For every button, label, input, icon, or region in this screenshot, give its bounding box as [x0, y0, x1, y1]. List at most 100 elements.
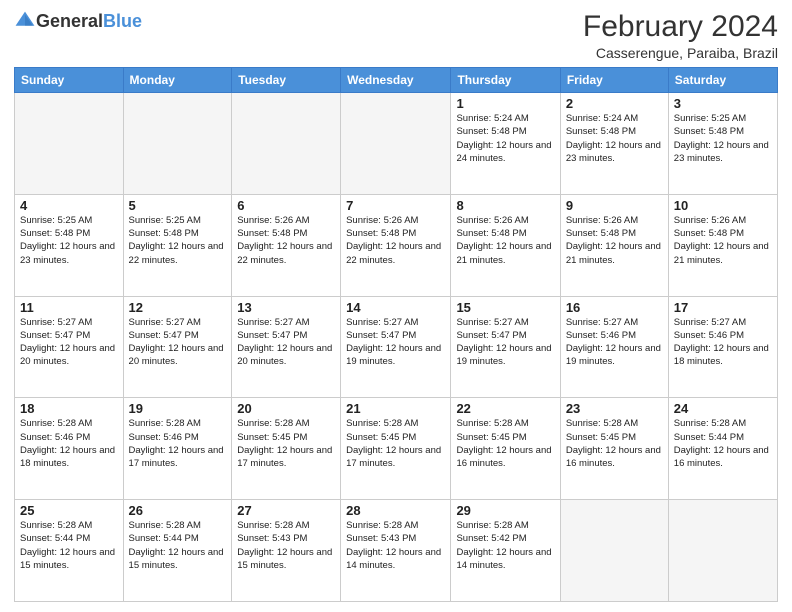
table-row: 9Sunrise: 5:26 AM Sunset: 5:48 PM Daylig…	[560, 194, 668, 296]
table-row: 17Sunrise: 5:27 AM Sunset: 5:46 PM Dayli…	[668, 296, 777, 398]
day-info: Sunrise: 5:26 AM Sunset: 5:48 PM Dayligh…	[566, 214, 663, 267]
table-row: 25Sunrise: 5:28 AM Sunset: 5:44 PM Dayli…	[15, 500, 124, 602]
header-monday: Monday	[123, 68, 232, 93]
calendar-table: Sunday Monday Tuesday Wednesday Thursday…	[14, 67, 778, 602]
table-row: 20Sunrise: 5:28 AM Sunset: 5:45 PM Dayli…	[232, 398, 341, 500]
table-row	[341, 93, 451, 195]
table-row: 10Sunrise: 5:26 AM Sunset: 5:48 PM Dayli…	[668, 194, 777, 296]
day-info: Sunrise: 5:26 AM Sunset: 5:48 PM Dayligh…	[346, 214, 445, 267]
table-row: 24Sunrise: 5:28 AM Sunset: 5:44 PM Dayli…	[668, 398, 777, 500]
day-info: Sunrise: 5:28 AM Sunset: 5:45 PM Dayligh…	[456, 417, 554, 470]
day-number: 1	[456, 96, 554, 111]
table-row	[668, 500, 777, 602]
day-info: Sunrise: 5:28 AM Sunset: 5:45 PM Dayligh…	[237, 417, 335, 470]
table-row: 22Sunrise: 5:28 AM Sunset: 5:45 PM Dayli…	[451, 398, 560, 500]
day-info: Sunrise: 5:27 AM Sunset: 5:46 PM Dayligh…	[566, 316, 663, 369]
table-row: 19Sunrise: 5:28 AM Sunset: 5:46 PM Dayli…	[123, 398, 232, 500]
header-tuesday: Tuesday	[232, 68, 341, 93]
day-number: 11	[20, 300, 118, 315]
day-info: Sunrise: 5:27 AM Sunset: 5:47 PM Dayligh…	[129, 316, 227, 369]
day-info: Sunrise: 5:26 AM Sunset: 5:48 PM Dayligh…	[674, 214, 772, 267]
day-number: 5	[129, 198, 227, 213]
day-info: Sunrise: 5:27 AM Sunset: 5:46 PM Dayligh…	[674, 316, 772, 369]
title-block: February 2024 Casserengue, Paraiba, Braz…	[583, 10, 778, 61]
main-title: February 2024	[583, 10, 778, 43]
day-number: 26	[129, 503, 227, 518]
day-number: 22	[456, 401, 554, 416]
day-number: 16	[566, 300, 663, 315]
day-number: 20	[237, 401, 335, 416]
table-row: 29Sunrise: 5:28 AM Sunset: 5:42 PM Dayli…	[451, 500, 560, 602]
table-row	[15, 93, 124, 195]
header-saturday: Saturday	[668, 68, 777, 93]
logo-text-general: General	[36, 11, 103, 32]
day-info: Sunrise: 5:25 AM Sunset: 5:48 PM Dayligh…	[674, 112, 772, 165]
day-number: 13	[237, 300, 335, 315]
table-row: 6Sunrise: 5:26 AM Sunset: 5:48 PM Daylig…	[232, 194, 341, 296]
calendar-week-row: 25Sunrise: 5:28 AM Sunset: 5:44 PM Dayli…	[15, 500, 778, 602]
day-info: Sunrise: 5:28 AM Sunset: 5:46 PM Dayligh…	[129, 417, 227, 470]
day-info: Sunrise: 5:28 AM Sunset: 5:43 PM Dayligh…	[237, 519, 335, 572]
day-number: 21	[346, 401, 445, 416]
day-number: 6	[237, 198, 335, 213]
day-number: 17	[674, 300, 772, 315]
table-row: 1Sunrise: 5:24 AM Sunset: 5:48 PM Daylig…	[451, 93, 560, 195]
page-header: General Blue February 2024 Casserengue, …	[14, 10, 778, 61]
sub-title: Casserengue, Paraiba, Brazil	[583, 45, 778, 61]
table-row: 28Sunrise: 5:28 AM Sunset: 5:43 PM Dayli…	[341, 500, 451, 602]
day-info: Sunrise: 5:27 AM Sunset: 5:47 PM Dayligh…	[20, 316, 118, 369]
day-number: 27	[237, 503, 335, 518]
calendar-week-row: 11Sunrise: 5:27 AM Sunset: 5:47 PM Dayli…	[15, 296, 778, 398]
day-info: Sunrise: 5:27 AM Sunset: 5:47 PM Dayligh…	[237, 316, 335, 369]
day-info: Sunrise: 5:28 AM Sunset: 5:44 PM Dayligh…	[20, 519, 118, 572]
day-number: 4	[20, 198, 118, 213]
day-info: Sunrise: 5:25 AM Sunset: 5:48 PM Dayligh…	[20, 214, 118, 267]
logo: General Blue	[14, 10, 142, 32]
table-row	[123, 93, 232, 195]
table-row: 18Sunrise: 5:28 AM Sunset: 5:46 PM Dayli…	[15, 398, 124, 500]
day-number: 29	[456, 503, 554, 518]
day-info: Sunrise: 5:24 AM Sunset: 5:48 PM Dayligh…	[456, 112, 554, 165]
header-friday: Friday	[560, 68, 668, 93]
table-row: 21Sunrise: 5:28 AM Sunset: 5:45 PM Dayli…	[341, 398, 451, 500]
logo-text-blue: Blue	[103, 11, 142, 32]
day-number: 23	[566, 401, 663, 416]
day-number: 24	[674, 401, 772, 416]
day-number: 15	[456, 300, 554, 315]
calendar-week-row: 4Sunrise: 5:25 AM Sunset: 5:48 PM Daylig…	[15, 194, 778, 296]
table-row: 2Sunrise: 5:24 AM Sunset: 5:48 PM Daylig…	[560, 93, 668, 195]
day-number: 18	[20, 401, 118, 416]
day-info: Sunrise: 5:27 AM Sunset: 5:47 PM Dayligh…	[456, 316, 554, 369]
logo-icon	[14, 10, 36, 32]
day-info: Sunrise: 5:28 AM Sunset: 5:45 PM Dayligh…	[346, 417, 445, 470]
table-row: 16Sunrise: 5:27 AM Sunset: 5:46 PM Dayli…	[560, 296, 668, 398]
calendar-week-row: 18Sunrise: 5:28 AM Sunset: 5:46 PM Dayli…	[15, 398, 778, 500]
day-info: Sunrise: 5:27 AM Sunset: 5:47 PM Dayligh…	[346, 316, 445, 369]
table-row: 3Sunrise: 5:25 AM Sunset: 5:48 PM Daylig…	[668, 93, 777, 195]
table-row: 11Sunrise: 5:27 AM Sunset: 5:47 PM Dayli…	[15, 296, 124, 398]
day-info: Sunrise: 5:25 AM Sunset: 5:48 PM Dayligh…	[129, 214, 227, 267]
day-info: Sunrise: 5:28 AM Sunset: 5:42 PM Dayligh…	[456, 519, 554, 572]
table-row: 26Sunrise: 5:28 AM Sunset: 5:44 PM Dayli…	[123, 500, 232, 602]
day-info: Sunrise: 5:24 AM Sunset: 5:48 PM Dayligh…	[566, 112, 663, 165]
table-row: 5Sunrise: 5:25 AM Sunset: 5:48 PM Daylig…	[123, 194, 232, 296]
day-info: Sunrise: 5:26 AM Sunset: 5:48 PM Dayligh…	[237, 214, 335, 267]
day-info: Sunrise: 5:28 AM Sunset: 5:45 PM Dayligh…	[566, 417, 663, 470]
header-wednesday: Wednesday	[341, 68, 451, 93]
table-row: 7Sunrise: 5:26 AM Sunset: 5:48 PM Daylig…	[341, 194, 451, 296]
day-number: 2	[566, 96, 663, 111]
day-number: 10	[674, 198, 772, 213]
day-info: Sunrise: 5:26 AM Sunset: 5:48 PM Dayligh…	[456, 214, 554, 267]
table-row: 13Sunrise: 5:27 AM Sunset: 5:47 PM Dayli…	[232, 296, 341, 398]
table-row: 23Sunrise: 5:28 AM Sunset: 5:45 PM Dayli…	[560, 398, 668, 500]
calendar-week-row: 1Sunrise: 5:24 AM Sunset: 5:48 PM Daylig…	[15, 93, 778, 195]
day-number: 28	[346, 503, 445, 518]
table-row: 8Sunrise: 5:26 AM Sunset: 5:48 PM Daylig…	[451, 194, 560, 296]
day-info: Sunrise: 5:28 AM Sunset: 5:46 PM Dayligh…	[20, 417, 118, 470]
day-number: 9	[566, 198, 663, 213]
day-number: 8	[456, 198, 554, 213]
table-row	[232, 93, 341, 195]
header-sunday: Sunday	[15, 68, 124, 93]
header-thursday: Thursday	[451, 68, 560, 93]
day-info: Sunrise: 5:28 AM Sunset: 5:44 PM Dayligh…	[674, 417, 772, 470]
